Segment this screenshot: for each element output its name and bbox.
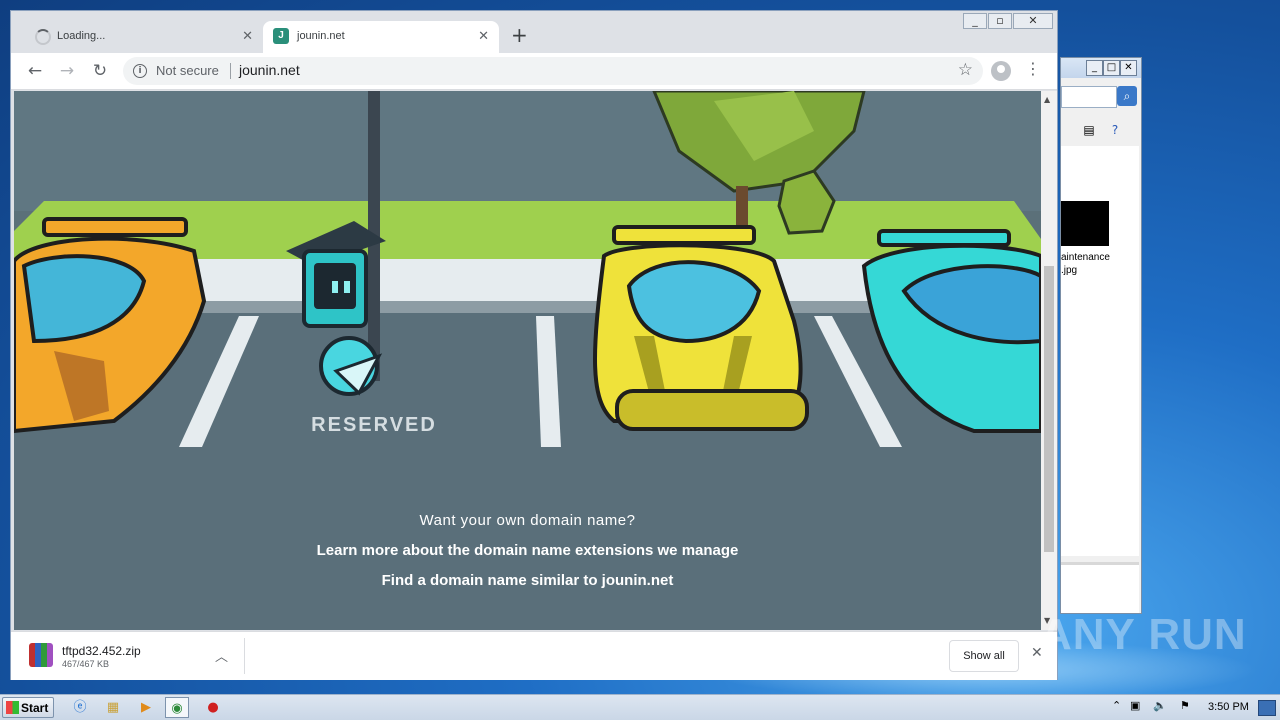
address-separator: [230, 63, 231, 79]
search-icon[interactable]: ⌕: [1117, 86, 1137, 106]
start-button[interactable]: Start: [2, 697, 54, 718]
tab-jounin[interactable]: J jounin.net ✕: [263, 21, 499, 53]
back-icon[interactable]: ←: [24, 60, 46, 82]
tab-title: Loading...: [57, 30, 106, 42]
explorer-file-area: aintenance .jpg: [1061, 146, 1139, 556]
download-separator: [244, 638, 245, 674]
browser-window: _ ▫ ✕ Loading... ✕ J jounin.net ✕ + ← → …: [10, 10, 1058, 680]
explorer-details-pane: [1061, 562, 1139, 613]
loading-spinner-icon: [35, 29, 51, 45]
window-minimize-button[interactable]: _: [963, 13, 987, 29]
find-similar-domain-link[interactable]: Find a domain name similar to jounin.net: [14, 572, 1041, 589]
file-name-label[interactable]: aintenance .jpg: [1061, 251, 1110, 277]
address-bar[interactable]: i Not secure jounin.net ☆: [123, 57, 983, 85]
domain-question: Want your own domain name?: [419, 512, 636, 529]
help-icon[interactable]: ?: [1107, 122, 1123, 138]
background-explorer-window[interactable]: _ □ ✕ ⌕ ▤ ? aintenance .jpg: [1060, 57, 1142, 614]
maximize-icon[interactable]: □: [1103, 60, 1120, 76]
scrollbar-thumb[interactable]: [1044, 266, 1054, 552]
download-filename[interactable]: tftpd32.452.zip: [62, 644, 141, 658]
tab-loading[interactable]: Loading... ✕: [23, 21, 263, 53]
security-label[interactable]: Not secure: [156, 63, 219, 78]
scroll-up-icon[interactable]: ▲: [1044, 95, 1050, 104]
windows-logo-icon: [6, 701, 19, 714]
new-tab-button[interactable]: +: [511, 23, 528, 47]
tray-expand-icon[interactable]: ⌃: [1112, 699, 1121, 712]
internet-explorer-icon[interactable]: ⓔ: [68, 697, 92, 718]
show-all-button[interactable]: Show all: [949, 640, 1019, 672]
reserved-marking: RESERVED: [311, 414, 437, 436]
winrar-archive-icon[interactable]: [29, 643, 53, 667]
browser-menu-icon[interactable]: ⋮: [1025, 59, 1041, 78]
security-tool-icon[interactable]: ●: [201, 697, 225, 718]
browser-toolbar: ← → ↻ i Not secure jounin.net ☆ ⋮: [11, 53, 1057, 90]
window-restore-button[interactable]: ▫: [988, 13, 1012, 29]
download-size: 467/467 KB: [62, 659, 110, 669]
show-desktop-icon[interactable]: [1258, 700, 1276, 716]
minimize-icon[interactable]: _: [1086, 60, 1103, 76]
download-shelf: tftpd32.452.zip 467/467 KB ︿ Show all ✕: [11, 631, 1057, 680]
jounin-logo-icon: J: [273, 28, 289, 44]
network-icon[interactable]: ▣: [1130, 699, 1140, 712]
profile-avatar-icon[interactable]: [991, 61, 1011, 81]
chrome-taskbar-icon[interactable]: ◉: [165, 697, 189, 718]
tab-close-icon[interactable]: ✕: [478, 28, 489, 44]
media-player-icon[interactable]: ▶: [134, 697, 158, 718]
volume-icon[interactable]: 🔈: [1153, 699, 1167, 712]
learn-more-link[interactable]: Learn more about the domain name extensi…: [14, 542, 1041, 559]
explorer-search-input[interactable]: [1061, 86, 1117, 108]
forward-icon[interactable]: →: [56, 60, 78, 82]
background-window-titlebar[interactable]: _ □ ✕: [1061, 58, 1141, 78]
clock[interactable]: 3:50 PM: [1208, 701, 1249, 713]
file-thumbnail[interactable]: [1061, 201, 1109, 246]
close-icon[interactable]: ✕: [1120, 60, 1137, 76]
chevron-up-icon[interactable]: ︿: [215, 646, 228, 665]
tab-close-icon[interactable]: ✕: [242, 28, 253, 44]
anyrun-watermark: ANY RUN: [1040, 610, 1247, 659]
url-text[interactable]: jounin.net: [239, 62, 300, 78]
page-viewport: RESERVED Want your own domain name? Lear…: [14, 91, 1041, 630]
vertical-scrollbar[interactable]: ▲ ▼: [1041, 91, 1057, 630]
reload-icon[interactable]: ↻: [89, 60, 111, 82]
taskbar: Start ⓔ ▦ ▶ ◉ ● ⌃ ▣ 🔈 ⚑ 3:50 PM: [0, 694, 1280, 720]
tab-title: jounin.net: [297, 30, 345, 42]
window-close-button[interactable]: ✕: [1013, 13, 1053, 29]
view-pane-icon[interactable]: ▤: [1081, 122, 1097, 138]
info-icon[interactable]: i: [133, 64, 147, 78]
file-explorer-icon[interactable]: ▦: [101, 697, 125, 718]
action-center-flag-icon[interactable]: ⚑: [1180, 699, 1190, 712]
bookmark-star-icon[interactable]: ☆: [958, 60, 973, 80]
